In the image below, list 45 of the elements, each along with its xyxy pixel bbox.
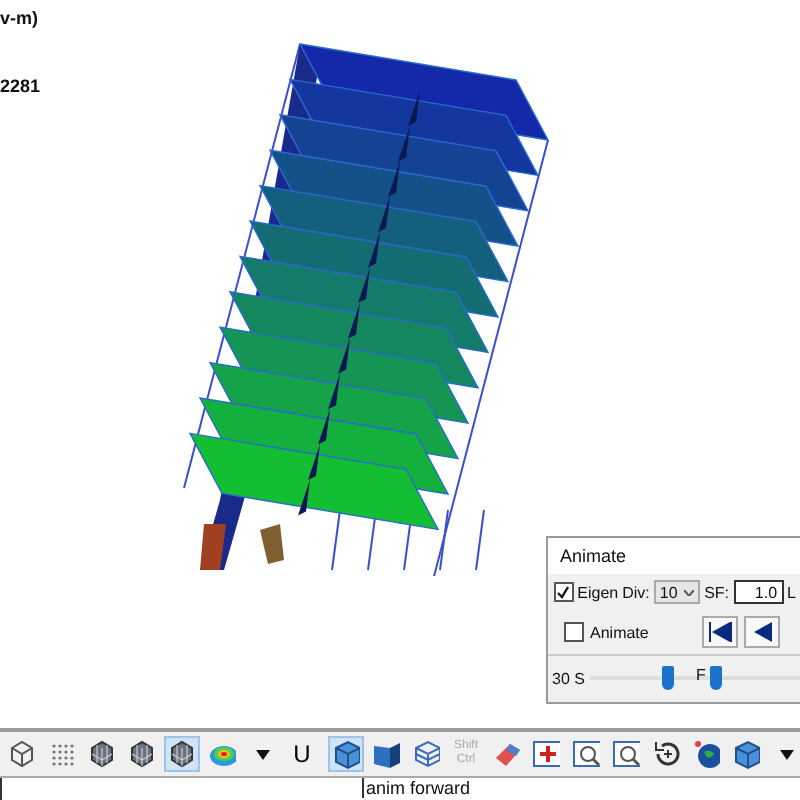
- globe-icon: [692, 738, 720, 771]
- fast-label: F: [696, 666, 706, 684]
- toolbar-button[interactable]: [568, 736, 604, 773]
- mesh-cube-icon: [128, 740, 156, 769]
- caret-icon: [779, 749, 793, 760]
- solid-cube-icon: [332, 738, 360, 771]
- mesh-cube-icon: [168, 740, 196, 769]
- play-reverse-button[interactable]: [744, 616, 781, 648]
- cut-label: L: [787, 583, 796, 601]
- legend-value: 2281: [0, 76, 41, 96]
- toolbar-button[interactable]: [328, 736, 364, 773]
- animate-label: Animate: [590, 623, 649, 641]
- zoom-window-icon: [572, 738, 600, 771]
- eigen-checkbox[interactable]: [554, 582, 574, 602]
- toolbar-button[interactable]: [608, 736, 644, 773]
- wire-cube-icon: [8, 740, 36, 769]
- rotate-icon: [652, 738, 680, 771]
- dot-grid-icon: [48, 740, 76, 769]
- animate-checkbox[interactable]: [564, 622, 584, 642]
- legend-unit: v-m): [0, 8, 41, 28]
- eigen-label: Eigen: [577, 583, 619, 601]
- slider-thumb[interactable]: [661, 666, 674, 690]
- solid-box-icon: [372, 738, 400, 771]
- play-reverse-icon: [752, 622, 773, 642]
- caret-icon: [255, 749, 269, 760]
- sf-input-field[interactable]: 1.0: [733, 580, 784, 604]
- slow-label: 30 S: [552, 669, 585, 687]
- sf-label: SF:: [704, 583, 730, 601]
- contour-plot-icon: [208, 740, 236, 769]
- zoom-window-icon: [612, 738, 640, 771]
- caret-icon: [684, 589, 695, 595]
- u-button[interactable]: U: [284, 736, 320, 773]
- eraser-icon: [492, 738, 520, 771]
- first-frame-button[interactable]: [702, 616, 739, 648]
- status-text: anim forward: [362, 778, 471, 798]
- mesh-cube-icon: [88, 740, 116, 769]
- div-label: Div:: [622, 583, 650, 601]
- slider-thumb[interactable]: [709, 666, 722, 690]
- first-frame-icon: [708, 622, 733, 642]
- wire-box-icon: [412, 738, 440, 771]
- toolbar-button[interactable]: [164, 736, 200, 773]
- solid-cube-icon: [732, 738, 760, 771]
- dialog-title: Animate: [548, 538, 800, 574]
- div-select[interactable]: 10: [653, 580, 701, 604]
- add-window-icon: [532, 738, 560, 771]
